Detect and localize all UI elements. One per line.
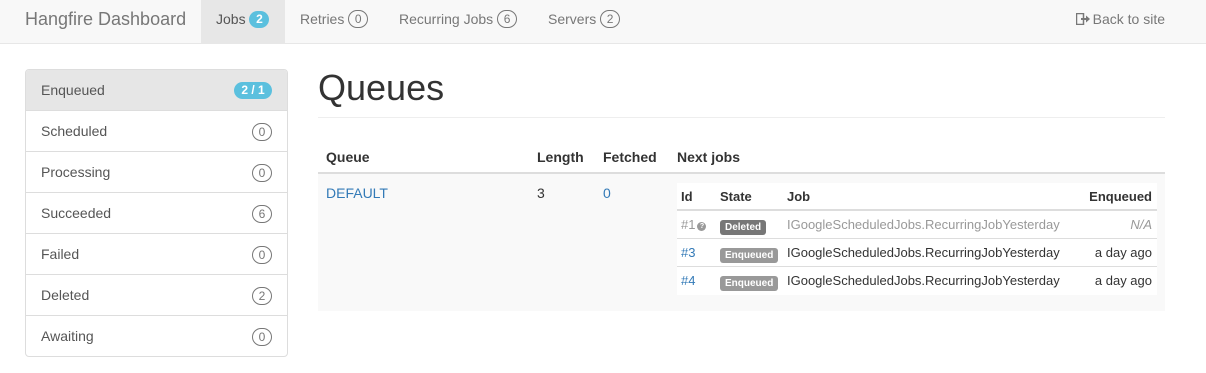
sidebar-item-label: Deleted	[41, 287, 90, 303]
nav-servers[interactable]: Servers 2	[533, 0, 635, 44]
sidebar-item-badge: 6	[252, 205, 272, 223]
job-row: #3 Enqueued IGoogleScheduledJobs.Recurri…	[677, 239, 1157, 267]
header-enqueued: Enqueued	[1089, 189, 1152, 204]
top-navbar: Hangfire Dashboard Jobs 2 Retries 0 Recu…	[0, 0, 1206, 44]
sidebar-item-label: Processing	[41, 164, 111, 180]
back-to-site-label: Back to site	[1092, 11, 1165, 27]
job-state-cell: Deleted	[720, 218, 767, 235]
job-enqueued: a day ago	[1094, 273, 1152, 288]
question-circle-icon: ?	[697, 222, 707, 231]
nav-jobs-label: Jobs	[216, 11, 246, 27]
sidebar-item-label: Failed	[41, 246, 80, 262]
nav-retries[interactable]: Retries 0	[285, 0, 383, 44]
header-job: Job	[787, 189, 811, 204]
sidebar-item-awaiting[interactable]: Awaiting 0	[26, 316, 287, 356]
sidebar-item-badge: 0	[252, 246, 272, 264]
queues-table: Queue Length Fetched Next jobs DEFAULT 3…	[318, 140, 1165, 311]
job-name: IGoogleScheduledJobs.RecurringJobYesterd…	[787, 217, 1060, 232]
queue-fetched-link[interactable]: 0	[603, 185, 611, 201]
sidebar-item-badge: 0	[252, 328, 272, 346]
nav-recurring-jobs-label: Recurring Jobs	[399, 11, 494, 27]
header-length: Length	[537, 149, 584, 165]
sidebar-item-failed[interactable]: Failed 0	[26, 234, 287, 275]
nav-jobs[interactable]: Jobs 2	[201, 0, 285, 44]
sidebar-item-succeeded[interactable]: Succeeded 6	[26, 193, 287, 234]
nav-retries-label: Retries	[300, 11, 345, 27]
job-name: IGoogleScheduledJobs.RecurringJobYesterd…	[787, 245, 1060, 260]
queues-table-header: Queue Length Fetched Next jobs	[318, 140, 1165, 174]
title-divider	[318, 117, 1165, 118]
header-next-jobs: Next jobs	[677, 149, 741, 165]
job-state-cell: Enqueued	[720, 246, 779, 263]
table-row: DEFAULT 3 0 Id State Job Enqueued #1? De…	[318, 174, 1165, 311]
job-id-link[interactable]: #4	[681, 273, 695, 288]
sidebar-item-label: Scheduled	[41, 123, 108, 139]
header-id: Id	[681, 189, 693, 204]
nav-retries-badge: 0	[348, 10, 369, 28]
page-title: Queues	[318, 67, 445, 108]
sidebar-item-badge: 2 / 1	[234, 82, 272, 99]
job-id-cell: #1?	[681, 217, 707, 232]
next-jobs-header: Id State Job Enqueued	[677, 183, 1157, 211]
queue-length: 3	[537, 185, 545, 201]
state-label: Enqueued	[720, 248, 779, 263]
nav-servers-badge: 2	[600, 10, 621, 28]
nav-recurring-jobs-badge: 6	[497, 10, 518, 28]
sidebar-item-deleted[interactable]: Deleted 2	[26, 275, 287, 316]
job-row: #1? Deleted IGoogleScheduledJobs.Recurri…	[677, 211, 1157, 239]
queue-name-link[interactable]: DEFAULT	[326, 185, 388, 201]
job-state-cell: Enqueued	[720, 274, 779, 291]
job-id-link[interactable]: #3	[681, 245, 695, 260]
sidebar-item-badge: 0	[252, 164, 272, 182]
sidebar-item-label: Awaiting	[41, 328, 94, 344]
sidebar-item-badge: 2	[252, 287, 272, 305]
next-jobs-table: Id State Job Enqueued #1? Deleted IGoogl…	[677, 183, 1157, 295]
nav-jobs-badge: 2	[249, 11, 270, 28]
sidebar-item-label: Enqueued	[41, 82, 105, 98]
job-enqueued: a day ago	[1094, 245, 1152, 260]
state-label: Enqueued	[720, 276, 779, 291]
nav-recurring-jobs[interactable]: Recurring Jobs 6	[384, 0, 532, 44]
job-enqueued: N/A	[1130, 217, 1152, 232]
sidebar-item-processing[interactable]: Processing 0	[26, 152, 287, 193]
job-row: #4 Enqueued IGoogleScheduledJobs.Recurri…	[677, 267, 1157, 295]
sidebar-item-scheduled[interactable]: Scheduled 0	[26, 111, 287, 152]
state-label: Deleted	[720, 220, 767, 235]
sidebar-item-label: Succeeded	[41, 205, 112, 221]
job-id: #1	[681, 217, 696, 232]
sidebar: Enqueued 2 / 1 Scheduled 0 Processing 0 …	[25, 69, 288, 357]
header-state: State	[720, 189, 752, 204]
sidebar-item-enqueued[interactable]: Enqueued 2 / 1	[26, 70, 287, 111]
back-to-site-link[interactable]: Back to site	[1075, 0, 1165, 44]
job-name: IGoogleScheduledJobs.RecurringJobYesterd…	[787, 273, 1060, 288]
nav-servers-label: Servers	[548, 11, 597, 27]
sidebar-item-badge: 0	[252, 123, 272, 141]
header-fetched: Fetched	[603, 149, 657, 165]
sign-out-icon	[1075, 1, 1090, 26]
brand-link[interactable]: Hangfire Dashboard	[25, 0, 186, 44]
header-queue: Queue	[326, 149, 370, 165]
